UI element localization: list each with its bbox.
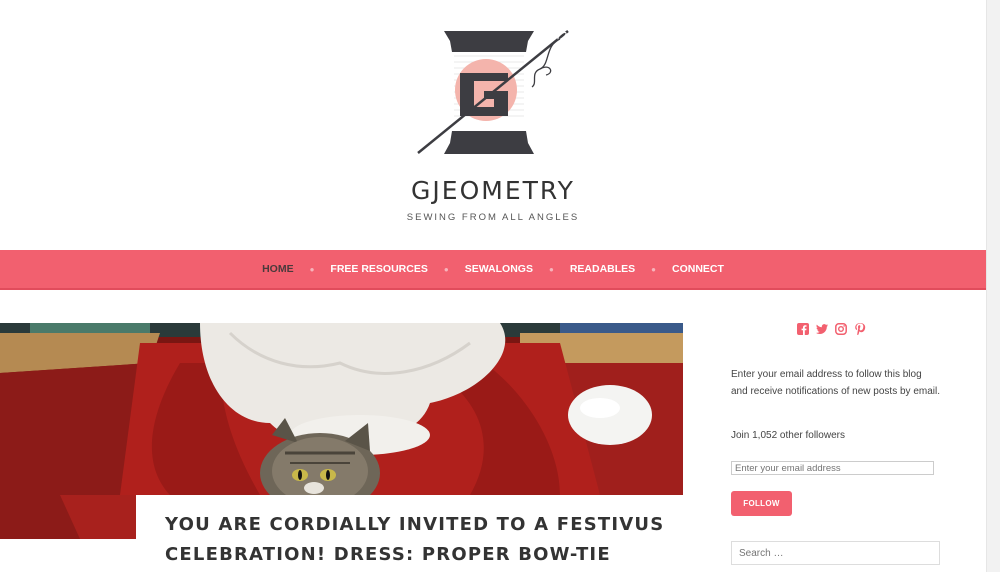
featured-image-lower-left bbox=[0, 495, 136, 539]
site-tagline: SEWING FROM ALL ANGLES bbox=[406, 212, 580, 223]
featured-image[interactable] bbox=[0, 323, 683, 495]
twitter-icon[interactable] bbox=[816, 322, 828, 334]
nav-item-home[interactable]: HOME bbox=[246, 263, 310, 275]
search-input[interactable] bbox=[731, 541, 940, 565]
follow-button[interactable]: FOLLOW bbox=[731, 491, 792, 516]
nav-item-connect[interactable]: CONNECT bbox=[656, 263, 740, 275]
pinterest-icon[interactable] bbox=[854, 322, 866, 336]
main-navigation: HOME ● FREE RESOURCES ● SEWALONGS ● READ… bbox=[0, 250, 986, 290]
nav-item-readables[interactable]: READABLES bbox=[554, 263, 651, 275]
email-field[interactable] bbox=[731, 461, 934, 475]
post-title[interactable]: YOU ARE CORDIALLY INVITED TO A FESTIVUS … bbox=[165, 510, 685, 570]
follow-description: Enter your email address to follow this … bbox=[731, 369, 940, 397]
site-title[interactable]: GJEOMETRY bbox=[0, 176, 986, 205]
scrollbar[interactable] bbox=[986, 0, 1000, 572]
facebook-icon[interactable] bbox=[797, 322, 809, 335]
social-links bbox=[797, 322, 866, 336]
nav-item-free-resources[interactable]: FREE RESOURCES bbox=[314, 263, 443, 275]
nav-item-sewalongs[interactable]: SEWALONGS bbox=[449, 263, 549, 275]
site-header: GJEOMETRY SEWING FROM ALL ANGLES bbox=[0, 0, 986, 250]
post-title-line-2[interactable]: CELEBRATION! DRESS: PROPER BOW-TIE bbox=[165, 544, 611, 565]
instagram-icon[interactable] bbox=[835, 322, 847, 335]
post-title-line-1[interactable]: YOU ARE CORDIALLY INVITED TO A FESTIVUS bbox=[165, 514, 664, 535]
site-logo[interactable] bbox=[410, 25, 578, 160]
followers-count: Join 1,052 other followers bbox=[731, 430, 845, 441]
